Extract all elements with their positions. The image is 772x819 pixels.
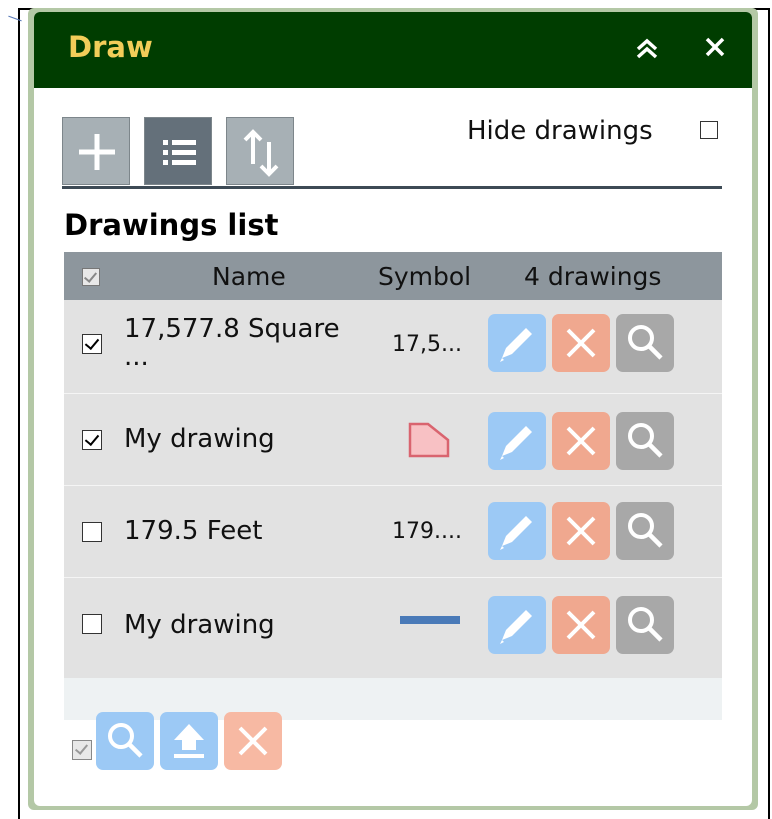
magnifier-icon — [628, 423, 663, 458]
delete-button[interactable] — [552, 596, 610, 654]
delete-button[interactable] — [552, 502, 610, 560]
zoom-to-button[interactable] — [616, 596, 674, 654]
delete-x-icon — [566, 426, 596, 456]
edit-button[interactable] — [488, 412, 546, 470]
tab-drawings-list[interactable] — [144, 117, 212, 185]
table-row: 17,577.8 Square ... 17,5... — [64, 302, 722, 394]
edit-button[interactable] — [488, 314, 546, 372]
magnifier-icon — [628, 513, 663, 548]
row-checkbox[interactable] — [82, 522, 102, 542]
zoom-to-button[interactable] — [616, 314, 674, 372]
magnifier-icon — [628, 607, 663, 642]
bulk-select-checkbox[interactable] — [72, 740, 92, 760]
delete-x-icon — [566, 328, 596, 358]
plus-icon — [79, 134, 115, 170]
map-frame-right — [768, 8, 770, 819]
column-symbol-header: Symbol — [378, 262, 472, 291]
delete-button[interactable] — [552, 314, 610, 372]
table-row: My drawing — [64, 578, 722, 678]
drawing-name: 179.5 Feet — [124, 516, 263, 546]
drawings-table: Name Symbol 4 drawings 17,577.8 Square .… — [64, 252, 722, 717]
drawing-name: 17,577.8 Square — [124, 314, 340, 344]
column-name-header: Name — [212, 262, 286, 291]
line-symbol — [398, 612, 462, 626]
table-row: 179.5 Feet 179.... — [64, 486, 722, 578]
select-all-checkbox[interactable] — [82, 268, 100, 286]
magnifier-icon — [628, 325, 663, 360]
tab-add-drawing[interactable] — [62, 117, 130, 185]
row-checkbox[interactable] — [82, 614, 102, 634]
delete-all-button[interactable] — [224, 712, 282, 770]
panel-titlebar: Draw — [34, 12, 752, 88]
import-export-icon — [243, 129, 279, 177]
delete-x-icon — [566, 516, 596, 546]
polygon-symbol — [404, 416, 456, 464]
hide-drawings-label: Hide drawings — [467, 116, 653, 146]
zoom-to-button[interactable] — [616, 502, 674, 560]
hide-drawings-checkbox[interactable] — [700, 121, 718, 139]
close-icon[interactable] — [702, 34, 728, 60]
row-checkbox[interactable] — [82, 430, 102, 450]
table-header: Name Symbol 4 drawings — [64, 252, 722, 300]
drawings-count: 4 drawings — [524, 262, 662, 291]
delete-x-icon — [566, 610, 596, 640]
drawings-list-heading: Drawings list — [64, 208, 279, 242]
draw-panel: Draw Hide drawings Drawings list Name Sy… — [28, 8, 758, 810]
delete-button[interactable] — [552, 412, 610, 470]
magnifier-icon — [108, 723, 143, 758]
drawing-name: My drawing — [124, 610, 275, 640]
edit-button[interactable] — [488, 502, 546, 560]
export-button[interactable] — [160, 712, 218, 770]
map-frame-left — [18, 8, 20, 819]
pencil-icon — [500, 516, 532, 550]
drawing-symbol-label: 179.... — [392, 519, 462, 544]
zoom-all-button[interactable] — [96, 712, 154, 770]
zoom-to-button[interactable] — [616, 412, 674, 470]
edit-button[interactable] — [488, 596, 546, 654]
panel-title: Draw — [68, 30, 153, 64]
drawing-symbol-label: 17,5... — [392, 332, 462, 357]
tab-import-export[interactable] — [226, 117, 294, 185]
pencil-icon — [500, 610, 532, 644]
pencil-icon — [500, 426, 532, 460]
tab-underline — [62, 186, 722, 189]
table-row: My drawing — [64, 394, 722, 486]
drawing-name: My drawing — [124, 424, 275, 454]
drawing-name-overflow: ... — [124, 342, 149, 372]
pencil-icon — [500, 328, 532, 362]
list-icon — [163, 140, 196, 165]
row-checkbox[interactable] — [82, 334, 102, 354]
draw-panel-body: Draw Hide drawings Drawings list Name Sy… — [34, 12, 752, 806]
upload-icon — [174, 724, 204, 758]
delete-x-icon — [238, 726, 268, 756]
collapse-icon[interactable] — [634, 36, 660, 62]
